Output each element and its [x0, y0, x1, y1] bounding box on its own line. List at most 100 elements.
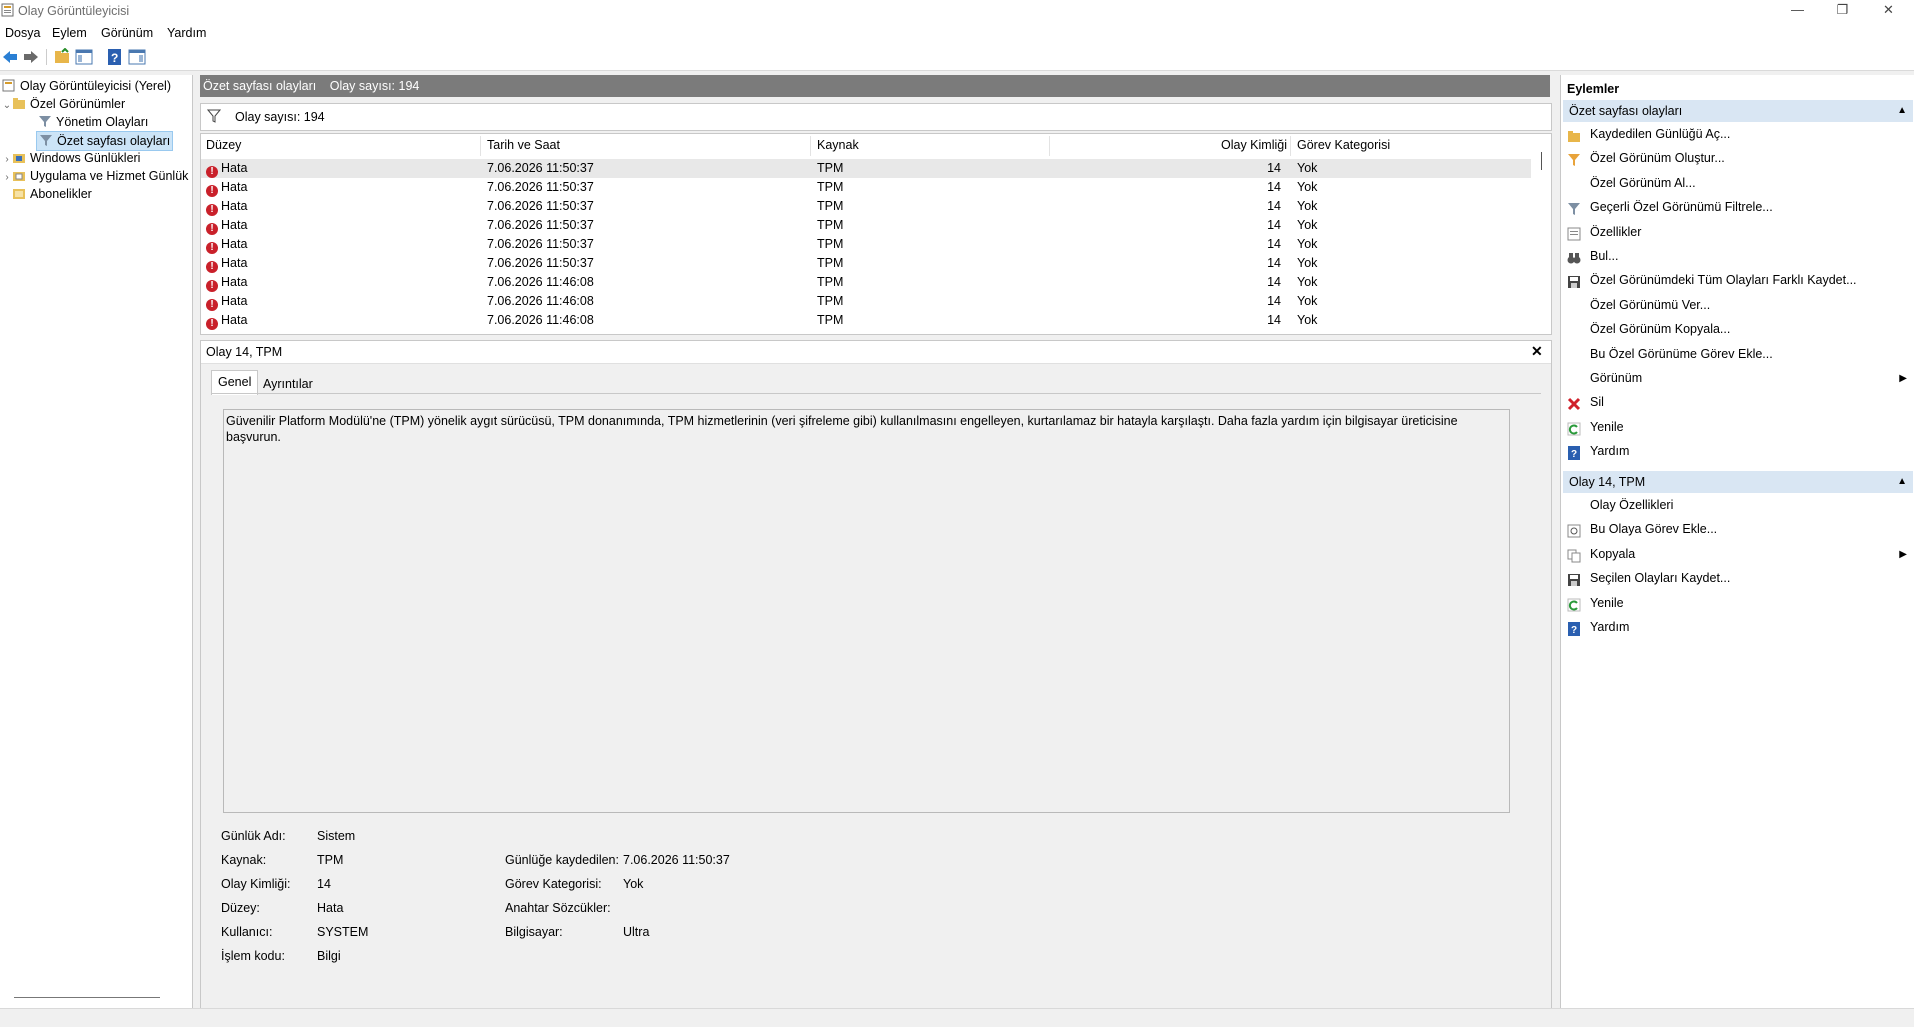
- action-item[interactable]: Kopyala ▶: [1563, 543, 1913, 566]
- save-icon: [1567, 572, 1581, 587]
- subscriptions-icon: [12, 187, 26, 200]
- field-value[interactable]: SYSTEM: [317, 925, 368, 939]
- action-item[interactable]: Bul...: [1563, 245, 1913, 268]
- tree-node-summary-events[interactable]: Özet sayfası olayları: [36, 131, 174, 151]
- field-value[interactable]: Ultra: [623, 925, 649, 939]
- action-item[interactable]: Yenile: [1563, 592, 1913, 615]
- table-row[interactable]: ! Hata 7.06.2026 11:50:37 TPM 14 Yok: [201, 159, 1531, 178]
- collapse-chevron-icon[interactable]: ▲: [1897, 100, 1907, 122]
- field-value[interactable]: 7.06.2026 11:50:37: [623, 853, 730, 867]
- filter-count: Olay sayısı: 194: [235, 110, 325, 124]
- horizontal-scrollbar[interactable]: [14, 997, 160, 998]
- action-item[interactable]: Özel Görünüm Kopyala...: [1563, 318, 1913, 341]
- maximize-button[interactable]: ❐: [1820, 0, 1865, 22]
- action-item[interactable]: Görünüm ▶: [1563, 367, 1913, 390]
- forward-arrow-icon[interactable]: [22, 48, 40, 66]
- collapse-chevron-icon[interactable]: ⌄: [2, 97, 12, 115]
- table-row[interactable]: ! Hata 7.06.2026 11:46:08 TPM 14 Yok: [201, 311, 1531, 330]
- back-arrow-icon[interactable]: [1, 48, 19, 66]
- cell-source: TPM: [817, 161, 844, 175]
- action-item[interactable]: Bu Özel Görünüme Görev Ekle...: [1563, 343, 1913, 366]
- action-item[interactable]: Yenile: [1563, 416, 1913, 439]
- tree-node-subscriptions[interactable]: Abonelikler: [12, 185, 92, 203]
- action-item[interactable]: ? Yardım: [1563, 616, 1913, 639]
- action-item[interactable]: Özel Görünümü Ver...: [1563, 294, 1913, 317]
- column-divider[interactable]: [480, 136, 481, 156]
- action-item[interactable]: Özel Görünümdeki Tüm Olayları Farklı Kay…: [1563, 269, 1913, 292]
- column-header-date[interactable]: Tarih ve Saat: [487, 138, 560, 156]
- tree-node-windows-logs[interactable]: › Windows Günlükleri: [2, 149, 140, 167]
- action-item[interactable]: Özel Görünüm Al...: [1563, 172, 1913, 195]
- table-row[interactable]: ! Hata 7.06.2026 11:50:37 TPM 14 Yok: [201, 197, 1531, 216]
- column-divider[interactable]: [1049, 136, 1050, 156]
- close-window-button[interactable]: ✕: [1866, 0, 1911, 22]
- tree-node-root[interactable]: Olay Görüntüleyicisi (Yerel): [2, 77, 171, 95]
- cell-event-id: 14: [1267, 199, 1281, 213]
- field-value[interactable]: Yok: [623, 877, 643, 891]
- action-label: Sil: [1590, 395, 1604, 410]
- action-item[interactable]: Bu Olaya Görev Ekle...: [1563, 518, 1913, 541]
- field-value[interactable]: Sistem: [317, 829, 355, 843]
- action-item[interactable]: Geçerli Özel Görünümü Filtrele...: [1563, 196, 1913, 219]
- tree-node-custom-views[interactable]: ⌄ Özel Görünümler: [2, 95, 125, 113]
- event-description-box[interactable]: Güvenilir Platform Modülü'ne (TPM) yönel…: [223, 409, 1510, 813]
- field-value[interactable]: 14: [317, 877, 331, 891]
- action-item[interactable]: Özellikler: [1563, 221, 1913, 244]
- cell-task-category: Yok: [1297, 256, 1318, 270]
- menu-help[interactable]: Yardım: [167, 26, 206, 40]
- action-item[interactable]: Olay Özellikleri: [1563, 494, 1913, 517]
- show-hide-action-pane-icon[interactable]: [128, 48, 146, 66]
- tree-node-app-logs[interactable]: › Uygulama ve Hizmet Günlük: [2, 167, 188, 185]
- action-label: Görünüm: [1590, 371, 1643, 385]
- center-panel-header: Özet sayfası olayları Olay sayısı: 194: [200, 75, 1550, 97]
- binoculars-icon: [1567, 250, 1581, 264]
- menu-file[interactable]: Dosya: [5, 26, 40, 40]
- menu-view[interactable]: Görünüm: [101, 26, 153, 40]
- menu-action[interactable]: Eylem: [52, 26, 87, 40]
- cell-level-text: Hata: [221, 256, 248, 270]
- action-item[interactable]: Sil: [1563, 391, 1913, 414]
- collapse-chevron-icon[interactable]: ▲: [1897, 471, 1907, 493]
- help-icon[interactable]: ?: [106, 48, 124, 66]
- table-row[interactable]: ! Hata 7.06.2026 11:46:08 TPM 14 Yok: [201, 292, 1531, 311]
- expand-chevron-icon[interactable]: ›: [2, 169, 12, 187]
- field-value[interactable]: Hata: [317, 901, 343, 915]
- column-divider[interactable]: [810, 136, 811, 156]
- cell-level-text: Hata: [221, 180, 248, 194]
- tree-node-admin-events[interactable]: Yönetim Olayları: [38, 113, 148, 131]
- tab-details[interactable]: Ayrıntılar: [257, 374, 319, 394]
- events-grid: Düzey Tarih ve Saat Kaynak Olay Kimliği …: [200, 133, 1552, 335]
- error-icon: !: [206, 318, 218, 330]
- table-row[interactable]: ! Hata 7.06.2026 11:50:37 TPM 14 Yok: [201, 178, 1531, 197]
- action-item[interactable]: Kaydedilen Günlüğü Aç...: [1563, 123, 1913, 146]
- action-item[interactable]: Özel Görünüm Oluştur...: [1563, 147, 1913, 170]
- cell-source: TPM: [817, 199, 844, 213]
- table-row[interactable]: ! Hata 7.06.2026 11:46:08 TPM 14 Yok: [201, 273, 1531, 292]
- open-folder-icon[interactable]: [53, 47, 71, 66]
- field-value[interactable]: Bilgi: [317, 949, 341, 963]
- column-divider[interactable]: [1290, 136, 1291, 156]
- properties-icon: [1567, 226, 1581, 241]
- table-row[interactable]: ! Hata 7.06.2026 11:50:37 TPM 14 Yok: [201, 216, 1531, 235]
- column-header-event-id[interactable]: Olay Kimliği: [1221, 138, 1287, 156]
- section-summary-events[interactable]: Özet sayfası olayları ▲: [1563, 100, 1913, 122]
- vertical-scrollbar-thumb[interactable]: [1541, 152, 1542, 170]
- filter-icon: [38, 115, 52, 128]
- column-header-level[interactable]: Düzey: [206, 138, 241, 156]
- tab-general[interactable]: Genel: [211, 370, 259, 395]
- action-item[interactable]: ? Yardım: [1563, 440, 1913, 463]
- section-event-14[interactable]: Olay 14, TPM ▲: [1563, 471, 1913, 493]
- cell-date: 7.06.2026 11:50:37: [487, 218, 594, 232]
- action-item[interactable]: Seçilen Olayları Kaydet...: [1563, 567, 1913, 590]
- action-label: Özel Görünümü Ver...: [1590, 297, 1711, 312]
- show-hide-tree-icon[interactable]: [75, 48, 93, 66]
- error-icon: !: [206, 280, 218, 292]
- field-value[interactable]: TPM: [317, 853, 343, 867]
- column-header-source[interactable]: Kaynak: [817, 138, 859, 156]
- column-header-task-category[interactable]: Görev Kategorisi: [1297, 138, 1390, 156]
- minimize-button[interactable]: —: [1775, 0, 1820, 22]
- table-row[interactable]: ! Hata 7.06.2026 11:50:37 TPM 14 Yok: [201, 254, 1531, 273]
- close-icon[interactable]: ✕: [1531, 343, 1543, 360]
- folder-icon: [12, 97, 26, 110]
- table-row[interactable]: ! Hata 7.06.2026 11:50:37 TPM 14 Yok: [201, 235, 1531, 254]
